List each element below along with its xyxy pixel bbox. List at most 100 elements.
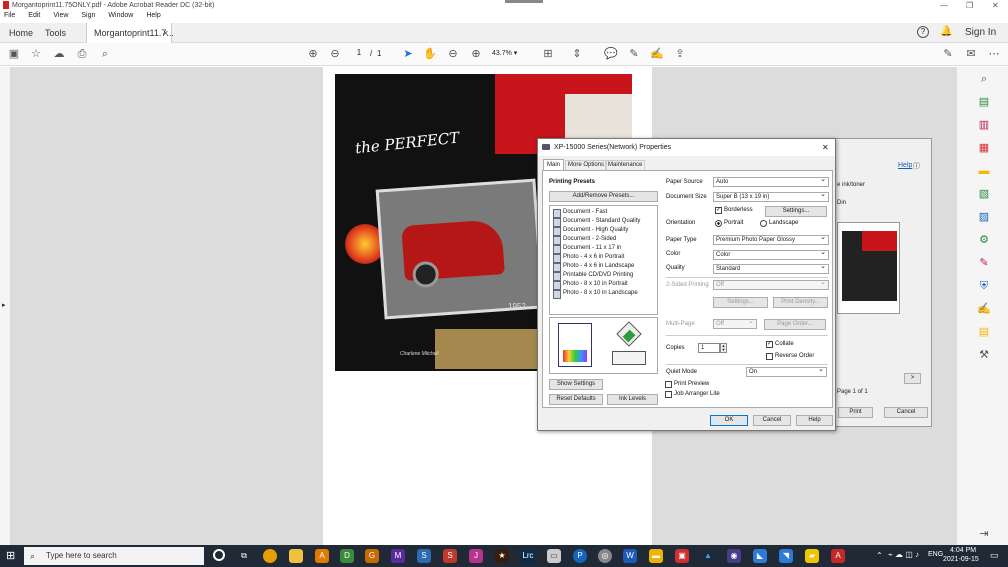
app-icon-6[interactable]: S: [443, 549, 457, 563]
preset-item[interactable]: Photo - 4 x 6 in Landscape: [550, 262, 657, 272]
quiet-mode-select[interactable]: On: [746, 366, 827, 377]
protect-shield-icon[interactable]: ⛨: [977, 279, 991, 293]
print-icon[interactable]: ⎙: [74, 46, 90, 62]
print-cancel-button[interactable]: Cancel: [884, 407, 928, 418]
borderless-checkbox[interactable]: ✓: [715, 207, 722, 214]
tab-close-button[interactable]: ×: [163, 23, 168, 43]
preset-item[interactable]: Document - High Quality: [550, 226, 657, 236]
app-icon-1[interactable]: A: [315, 549, 329, 563]
app-icon-13[interactable]: ▣: [675, 549, 689, 563]
reverse-order-checkbox[interactable]: [766, 353, 773, 360]
fit-page-icon[interactable]: ⊞: [540, 46, 556, 62]
app-icon-10[interactable]: P: [573, 549, 587, 563]
info-icon[interactable]: ⓘ: [913, 161, 920, 171]
more-tools-wrench-icon[interactable]: ⚒: [977, 348, 991, 362]
windows-start-icon[interactable]: ⊞: [6, 549, 15, 562]
cancel-button[interactable]: Cancel: [753, 415, 791, 426]
edit-pdf-icon[interactable]: ▥: [977, 118, 991, 132]
clock-time[interactable]: 4:04 PM: [950, 547, 976, 554]
app-icon-2[interactable]: D: [340, 549, 354, 563]
menu-view[interactable]: View: [49, 12, 68, 19]
more-tools-icon[interactable]: ⋯: [986, 46, 1002, 62]
drag-handle[interactable]: [505, 0, 543, 3]
collate-checkbox[interactable]: ✓: [766, 341, 773, 348]
preset-item[interactable]: Document - Fast: [550, 208, 657, 218]
comment-icon[interactable]: 💬: [603, 46, 619, 62]
menu-file[interactable]: File: [0, 12, 15, 19]
fill-sign-tool-icon[interactable]: ✍: [977, 302, 991, 316]
redact-icon[interactable]: ✎: [977, 256, 991, 270]
reset-defaults-button[interactable]: Reset Defaults: [549, 394, 603, 405]
close-window-button[interactable]: ✕: [992, 1, 999, 10]
quality-select[interactable]: Standard: [713, 263, 829, 274]
dialog-close-button[interactable]: ✕: [822, 139, 829, 156]
collapse-pane-icon[interactable]: ⇥: [977, 527, 991, 541]
next-page-button[interactable]: >: [904, 373, 921, 384]
app-icon-7[interactable]: J: [469, 549, 483, 563]
zoom-out-icon[interactable]: ⊖: [445, 46, 461, 62]
organize-pages-icon[interactable]: ▨: [977, 210, 991, 224]
bookmark-star-icon[interactable]: ☆: [28, 46, 44, 62]
preset-item[interactable]: Document - Standard Quality: [550, 217, 657, 227]
tab-tools[interactable]: Tools: [38, 23, 73, 43]
zoom-in-icon[interactable]: ⊕: [468, 46, 484, 62]
send-for-signature-icon[interactable]: ▤: [977, 325, 991, 339]
app-icon-17[interactable]: ◥: [779, 549, 793, 563]
page-order-button[interactable]: Page Order...: [764, 319, 826, 330]
help-button[interactable]: Help: [796, 415, 833, 426]
sign-pen-icon[interactable]: ✍: [649, 46, 665, 62]
app-icon-14[interactable]: ▲: [701, 549, 715, 563]
menu-sign[interactable]: Sign: [77, 12, 95, 19]
maximize-button[interactable]: ❐: [966, 1, 973, 10]
taskbar-search-box[interactable]: ⌕ Type here to search: [24, 547, 204, 565]
presets-list[interactable]: Document - Fast Document - Standard Qual…: [549, 205, 658, 315]
preset-item[interactable]: Photo - 8 x 10 in Portrait: [550, 280, 657, 290]
export-pdf-icon[interactable]: ▤: [977, 95, 991, 109]
menu-edit[interactable]: Edit: [24, 12, 40, 19]
ok-button[interactable]: OK: [710, 415, 748, 426]
save-icon[interactable]: ▣: [6, 46, 22, 62]
print-preview-checkbox[interactable]: [665, 381, 672, 388]
tab-maintenance[interactable]: Maintenance: [605, 160, 646, 170]
app-icon-9[interactable]: ▭: [547, 549, 561, 563]
preset-item[interactable]: Document - 2-Sided: [550, 235, 657, 245]
expand-left-panel-icon[interactable]: ▸: [2, 301, 6, 309]
help-icon[interactable]: ?: [917, 26, 929, 38]
search-icon[interactable]: ⌕: [97, 46, 113, 62]
scroll-mode-icon[interactable]: ⇕: [569, 46, 585, 62]
copies-spinner[interactable]: ▲ ▼: [720, 343, 727, 353]
fill-sign-icon[interactable]: ✎: [940, 46, 956, 62]
notification-center-icon[interactable]: ▭: [990, 550, 999, 561]
app-icon-8[interactable]: ★: [495, 549, 509, 563]
share-icon[interactable]: ⇪: [672, 46, 688, 62]
multipage-select[interactable]: Off: [713, 318, 757, 329]
clock-date[interactable]: 2021-09-15: [943, 556, 979, 563]
zoom-search-icon[interactable]: ⌕: [977, 72, 991, 86]
file-explorer-icon[interactable]: [289, 549, 303, 563]
highlight-pen-icon[interactable]: ✎: [626, 46, 642, 62]
compress-icon[interactable]: ⚙: [977, 233, 991, 247]
borderless-settings-button[interactable]: Settings...: [765, 206, 827, 217]
app-icon-11[interactable]: ◎: [598, 549, 612, 563]
upload-cloud-icon[interactable]: ☁: [51, 46, 67, 62]
notification-bell-icon[interactable]: 🔔: [940, 26, 952, 37]
acrobat-taskbar-icon[interactable]: A: [831, 549, 845, 563]
combine-files-icon[interactable]: ▧: [977, 187, 991, 201]
app-icon-3[interactable]: G: [365, 549, 379, 563]
select-cursor-icon[interactable]: ➤: [400, 46, 416, 62]
mail-icon[interactable]: ✉: [963, 46, 979, 62]
app-icon-18[interactable]: ▰: [805, 549, 819, 563]
app-icon-15[interactable]: ◉: [727, 549, 741, 563]
sign-in-button[interactable]: Sign In: [958, 23, 1003, 43]
app-icon-12[interactable]: ▬: [649, 549, 663, 563]
tray-icons[interactable]: ⌁ ☁ ◫ ♪: [888, 550, 919, 559]
preset-item[interactable]: Printable CD/DVD Printing: [550, 271, 657, 281]
comment-tool-icon[interactable]: ▬: [977, 164, 991, 178]
lightroom-icon[interactable]: Lrc: [521, 549, 535, 563]
two-sided-select[interactable]: Off: [713, 279, 829, 290]
language-indicator[interactable]: ENG: [928, 551, 943, 558]
landscape-radio[interactable]: [760, 220, 767, 227]
next-page-icon[interactable]: ⊖: [327, 46, 343, 62]
add-remove-presets-button[interactable]: Add/Remove Presets...: [549, 191, 658, 202]
print-button[interactable]: Print: [838, 407, 873, 418]
